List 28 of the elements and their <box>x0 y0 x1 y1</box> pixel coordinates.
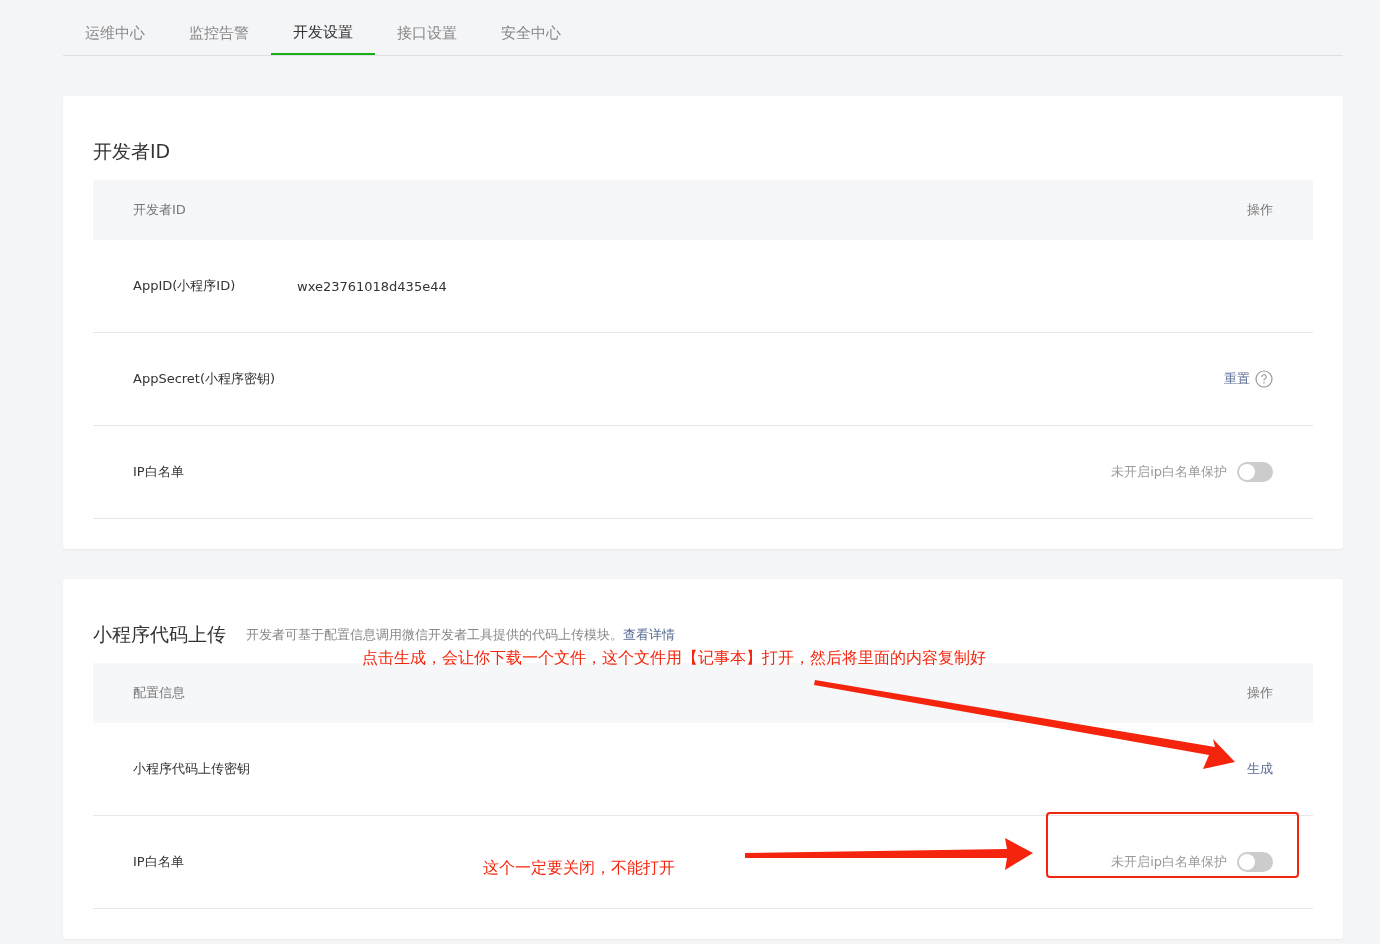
tab[interactable]: 监控告警 <box>167 0 271 55</box>
action-link[interactable]: 生成 <box>1247 760 1273 778</box>
row-label: IP白名单 <box>133 463 185 481</box>
annotation-text: 点击生成，会让你下载一个文件，这个文件用【记事本】打开，然后将里面的内容复制好 <box>362 648 986 669</box>
tab[interactable]: 安全中心 <box>479 0 583 55</box>
column-header: 操作 <box>1247 201 1273 219</box>
column-header: 开发者ID <box>133 201 186 219</box>
help-icon[interactable] <box>1255 370 1273 388</box>
toggle-switch[interactable] <box>1237 852 1273 872</box>
row-label: IP白名单 <box>133 853 185 871</box>
annotation-text: 这个一定要关闭，不能打开 <box>483 858 675 879</box>
row-value: wxe23761018d435e44 <box>297 278 447 294</box>
tab[interactable]: 开发设置 <box>271 0 375 55</box>
section-title: 小程序代码上传 <box>93 622 226 647</box>
row-label: AppSecret(小程序密钥) <box>133 370 277 388</box>
tab[interactable]: 运维中心 <box>63 0 167 55</box>
section-description: 开发者可基于配置信息调用微信开发者工具提供的代码上传模块。 <box>246 626 623 644</box>
column-header: 操作 <box>1247 684 1273 702</box>
action-link[interactable]: 重置 <box>1224 370 1250 388</box>
toggle-status: 未开启ip白名单保护 <box>1111 853 1227 871</box>
section-title: 开发者ID <box>93 139 171 164</box>
toggle-status: 未开启ip白名单保护 <box>1111 463 1227 481</box>
column-header: 配置信息 <box>133 684 185 702</box>
details-link[interactable]: 查看详情 <box>623 626 675 644</box>
row-label: AppID(小程序ID) <box>133 277 237 295</box>
tab[interactable]: 接口设置 <box>375 0 479 55</box>
row-label: 小程序代码上传密钥 <box>133 760 251 778</box>
toggle-switch[interactable] <box>1237 462 1273 482</box>
